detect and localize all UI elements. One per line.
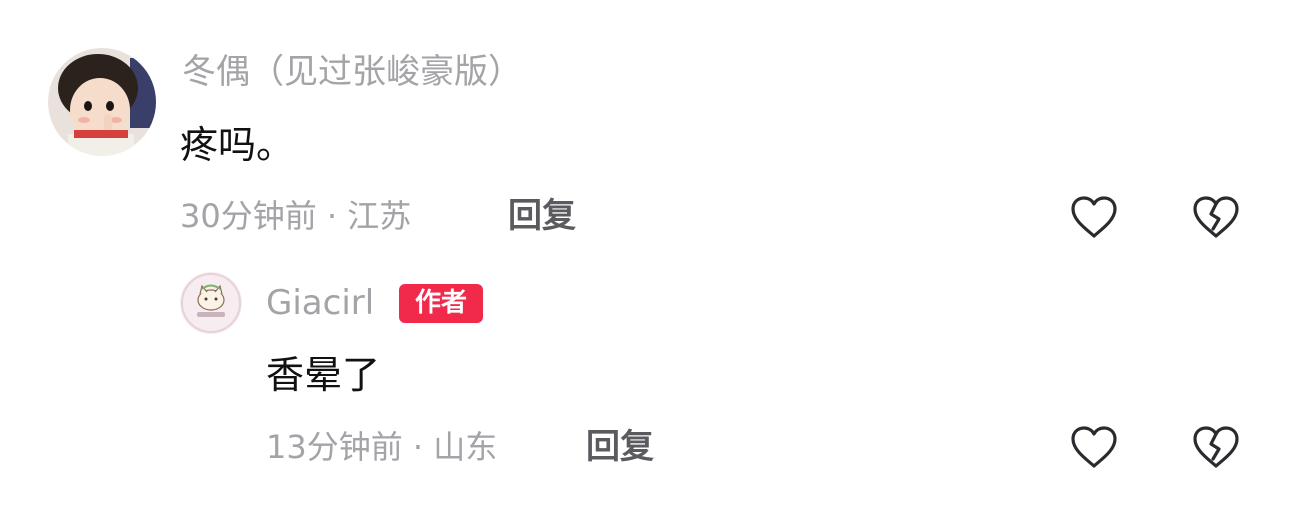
comment-username[interactable]: Giacirl (266, 283, 374, 323)
heart-outline-icon[interactable] (1068, 423, 1120, 471)
comment-text: 香晕了 (266, 353, 381, 397)
comment-timestamp-location: 30分钟前 · 江苏 (180, 197, 412, 235)
avatar[interactable] (180, 272, 242, 334)
heart-outline-icon[interactable] (1068, 193, 1120, 241)
avatar[interactable] (48, 48, 156, 156)
broken-heart-icon[interactable] (1190, 423, 1242, 471)
scroll-fade (0, 489, 1290, 513)
reply-button[interactable]: 回复 (508, 196, 576, 236)
comment-text: 疼吗。 (180, 123, 295, 167)
comment-timestamp-location: 13分钟前 · 山东 (266, 428, 498, 466)
author-badge: 作者 (399, 284, 483, 323)
comment-username[interactable]: 冬偶（见过张峻豪版） (182, 52, 522, 92)
reply-button[interactable]: 回复 (586, 427, 654, 467)
broken-heart-icon[interactable] (1190, 193, 1242, 241)
